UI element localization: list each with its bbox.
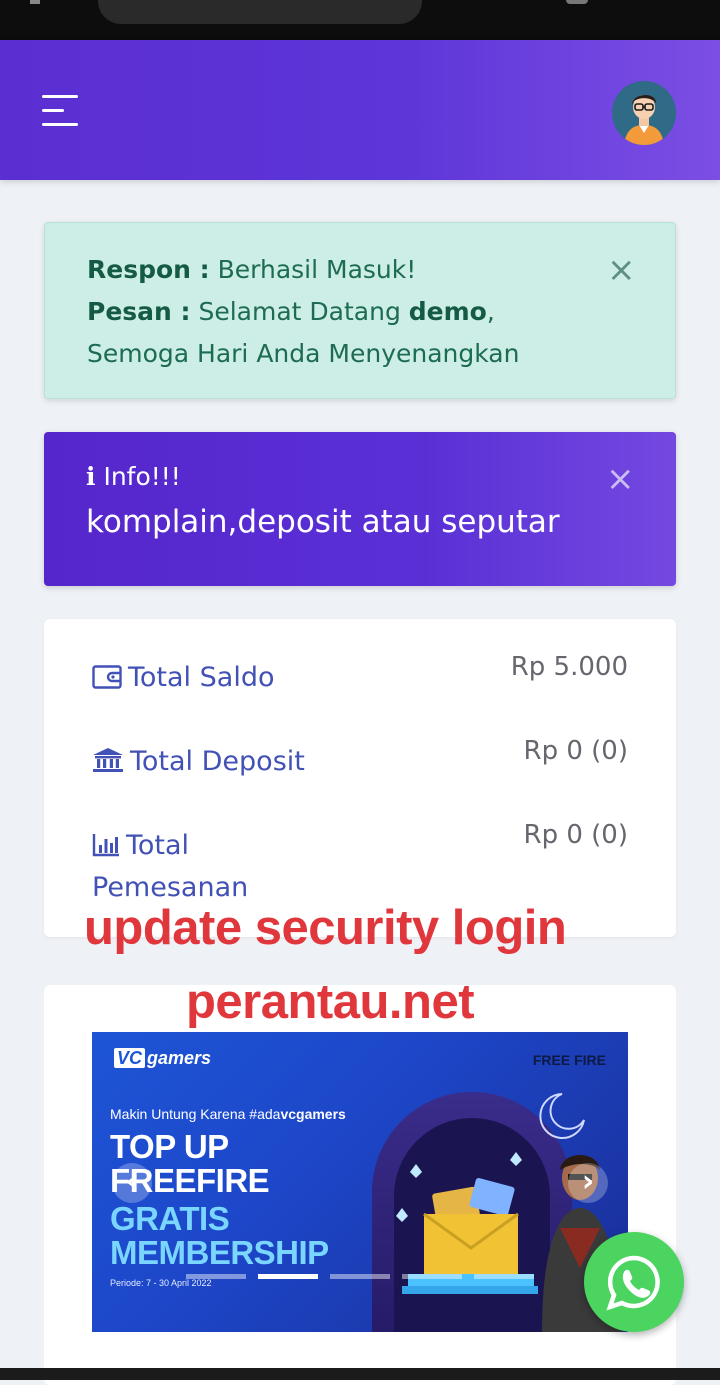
total-deposit-value: Rp 0 (0) — [523, 736, 628, 766]
login-success-alert: Respon : Berhasil Masuk! Pesan : Selamat… — [44, 222, 676, 399]
banner-headline-4: MEMBERSHIP — [110, 1234, 329, 1271]
vcgamers-logo: VC gamers — [114, 1048, 211, 1069]
info-title-text: Info!!! — [95, 462, 181, 491]
carousel-indicator[interactable] — [330, 1274, 390, 1279]
whatsapp-icon — [606, 1255, 660, 1311]
carousel-indicators — [186, 1274, 536, 1280]
carousel-indicator[interactable] — [402, 1274, 462, 1279]
bank-icon — [93, 748, 123, 772]
respon-line: Respon : Berhasil Masuk! — [87, 255, 416, 284]
status-icon — [566, 0, 588, 4]
avatar-illustration-icon — [612, 81, 676, 145]
greeting-text: Semoga Hari Anda Menyenangkan — [87, 339, 520, 368]
carousel-indicator[interactable] — [258, 1274, 318, 1279]
total-saldo-text: Total Saldo — [128, 662, 275, 693]
pesan-text: Selamat Datang — [190, 297, 409, 326]
info-icon: i — [86, 462, 96, 491]
whatsapp-chat-button[interactable] — [584, 1232, 684, 1332]
top-navbar — [0, 40, 720, 180]
status-icon — [30, 0, 40, 4]
close-icon[interactable]: × — [607, 253, 636, 287]
info-alert: i Info!!! komplain,deposit atau seputar … — [44, 432, 676, 586]
bar-chart-icon — [92, 834, 119, 857]
info-title: i Info!!! — [86, 462, 181, 491]
carousel-indicator[interactable] — [474, 1274, 534, 1279]
total-saldo-label[interactable]: Total Saldo — [92, 662, 274, 693]
total-pemesanan-value: Rp 0 (0) — [523, 820, 628, 850]
username-text: demo — [408, 297, 487, 326]
respon-text: Berhasil Masuk! — [209, 255, 417, 284]
carousel-indicator[interactable] — [186, 1274, 246, 1279]
promo-banner-carousel[interactable]: VC gamers FREE FIRE Makin Untung Karena #… — [92, 1032, 628, 1332]
close-icon[interactable]: × — [606, 462, 635, 496]
hamburger-menu-icon[interactable] — [42, 95, 78, 127]
pesan-label: Pesan : — [87, 297, 191, 326]
banner-headline-3: GRATIS — [110, 1200, 230, 1237]
user-avatar[interactable] — [612, 81, 676, 145]
system-status-bar — [0, 0, 720, 40]
total-deposit-text: Total Deposit — [130, 746, 305, 777]
info-body: komplain,deposit atau seputar — [86, 504, 560, 540]
url-bar[interactable] — [98, 0, 422, 24]
total-pemesanan-text-2: Pemesanan — [92, 872, 249, 903]
total-pemesanan-text: Total — [126, 830, 190, 861]
total-pemesanan-label[interactable]: Total — [92, 830, 189, 861]
total-deposit-label[interactable]: Total Deposit — [92, 746, 305, 777]
moon-icon — [539, 1093, 585, 1139]
total-saldo-value: Rp 5.000 — [510, 652, 628, 682]
watermark-line-2: perantau.net — [186, 975, 475, 1029]
respon-label: Respon : — [87, 255, 210, 284]
carousel-prev-icon[interactable]: ‹ — [112, 1163, 152, 1203]
system-navigation-bar — [0, 1368, 720, 1380]
watermark-line-1: update security login — [84, 901, 567, 955]
banner-tagline: Makin Untung Karena #adavcgamers — [110, 1106, 346, 1122]
wallet-icon — [92, 665, 122, 689]
carousel-next-icon[interactable]: › — [568, 1163, 608, 1203]
pesan-line: Pesan : Selamat Datang demo, — [87, 297, 495, 326]
banner-headline-1: TOP UP — [110, 1128, 229, 1165]
free-fire-logo: FREE FIRE — [532, 1052, 606, 1068]
pesan-suffix: , — [486, 297, 495, 326]
